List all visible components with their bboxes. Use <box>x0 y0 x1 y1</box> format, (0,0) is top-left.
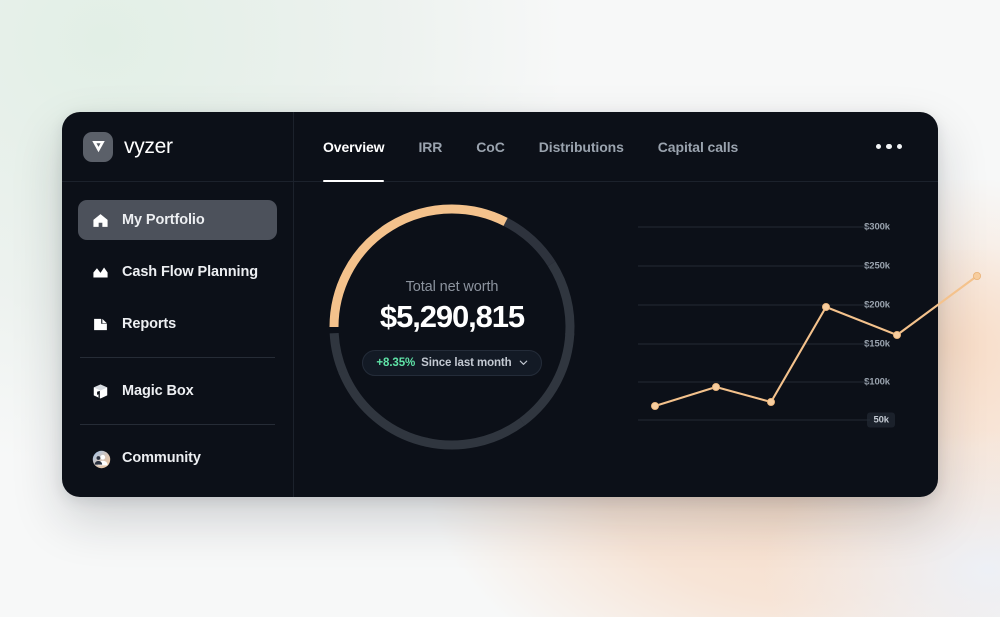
tab-irr[interactable]: IRR <box>418 112 442 181</box>
document-icon <box>92 316 109 333</box>
sidebar-item-community[interactable]: Community <box>78 438 277 478</box>
sidebar-divider-2 <box>80 424 275 425</box>
total-net-worth-value: $5,290,815 <box>379 298 525 334</box>
sidebar-item-my-portfolio[interactable]: My Portfolio <box>78 200 277 240</box>
chart-gridlines <box>638 226 870 421</box>
sidebar-item-reports[interactable]: Reports <box>78 304 277 344</box>
change-percent: +8.35% <box>376 356 416 369</box>
home-icon <box>92 212 109 229</box>
tab-label: Overview <box>323 138 385 155</box>
net-worth-change-badge[interactable]: +8.35% Since last month <box>362 349 542 376</box>
tab-overview[interactable]: Overview <box>323 112 385 182</box>
sidebar: vyzer My Portfolio Cash Flow Planning Re… <box>62 112 294 497</box>
sidebar-item-label: Reports <box>122 316 177 332</box>
tab-label: CoC <box>476 138 505 155</box>
app-window: vyzer My Portfolio Cash Flow Planning Re… <box>62 112 938 497</box>
mountains-icon <box>92 264 109 281</box>
sidebar-item-cash-flow-planning[interactable]: Cash Flow Planning <box>78 252 277 292</box>
tab-coc[interactable]: CoC <box>476 112 505 181</box>
tab-list: Overview IRR CoC Distributions Capital c <box>323 112 739 182</box>
tab-label: Capital calls <box>657 138 739 155</box>
net-worth-line-chart: $300k $250k $200k $150k $100k 50k <box>590 182 895 482</box>
sidebar-divider-1 <box>80 357 275 358</box>
donut-center-stats: Total net worth $5,290,815 +8.35% Since … <box>302 177 602 477</box>
content-area: Total net worth $5,290,815 +8.35% Since … <box>294 182 938 497</box>
main-panel: Overview IRR CoC Distributions Capital c <box>294 112 938 497</box>
brand-logo[interactable]: vyzer <box>62 112 293 182</box>
kebab-menu-icon[interactable] <box>868 136 911 158</box>
sidebar-item-label: Community <box>122 450 201 466</box>
tab-distributions[interactable]: Distributions <box>539 112 624 181</box>
sidebar-nav: My Portfolio Cash Flow Planning Reports … <box>62 182 293 497</box>
total-net-worth-label: Total net worth <box>405 278 499 295</box>
screenshot-root: vyzer My Portfolio Cash Flow Planning Re… <box>0 0 1000 617</box>
box-icon <box>92 383 109 400</box>
tab-label: IRR <box>418 138 443 155</box>
tab-capital-calls[interactable]: Capital calls <box>657 112 739 181</box>
top-navigation-bar: Overview IRR CoC Distributions Capital c <box>294 112 938 182</box>
tab-label: Distributions <box>538 138 624 155</box>
sidebar-item-label: My Portfolio <box>122 212 205 228</box>
brand-name: vyzer <box>124 134 173 158</box>
change-period-label: Since last month <box>421 356 512 369</box>
people-icon <box>92 450 111 468</box>
chevron-down-icon <box>518 357 529 368</box>
vyzer-v-logo-icon <box>83 131 113 162</box>
sidebar-item-label: Cash Flow Planning <box>122 264 258 280</box>
net-worth-donut-chart: Total net worth $5,290,815 +8.35% Since … <box>302 177 602 477</box>
sidebar-item-magic-box[interactable]: Magic Box <box>78 371 277 411</box>
sidebar-item-label: Magic Box <box>122 383 194 399</box>
